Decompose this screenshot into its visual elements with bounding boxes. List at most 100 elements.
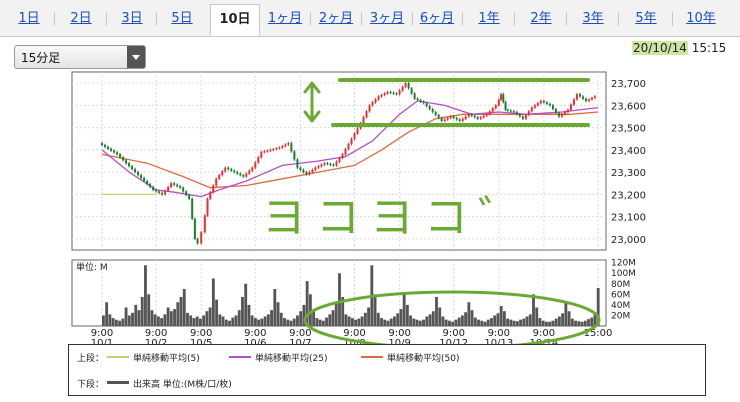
volume-bar [512, 320, 516, 326]
volume-bar [318, 319, 322, 326]
volume-bar [105, 302, 109, 326]
price-candle-body [206, 198, 209, 216]
price-candle-body [188, 195, 191, 199]
price-candle-body [284, 144, 287, 147]
volume-bar [221, 316, 225, 326]
price-candle-body [203, 215, 206, 233]
volume-bar [153, 314, 157, 326]
price-candle-body [209, 192, 212, 199]
volume-bar [396, 313, 400, 326]
price-candle-body [473, 115, 476, 118]
price-candle-body [440, 117, 443, 121]
price-candle-body [422, 101, 425, 104]
price-candle-body [212, 185, 215, 193]
volume-bar [467, 302, 471, 326]
volume-bar [480, 320, 484, 326]
volume-bar [140, 296, 144, 326]
volume-bar [438, 307, 442, 326]
volume-bar [477, 319, 480, 326]
legend-swatch [229, 356, 251, 358]
price-candle-body [539, 100, 542, 104]
volume-bar [147, 294, 151, 326]
volume-bar [192, 318, 196, 326]
price-candle-body [113, 150, 116, 153]
volume-bar [102, 315, 105, 326]
price-candle-body [548, 103, 551, 106]
volume-bar [393, 316, 396, 326]
price-candle-body [449, 116, 452, 118]
volume-bar [244, 283, 248, 326]
price-candle-body [527, 111, 530, 116]
price-candle-body [575, 94, 578, 100]
volume-bar [564, 302, 568, 326]
price-candle-body [182, 187, 185, 192]
volume-bar [551, 320, 555, 326]
price-candle-body [482, 115, 485, 118]
volume-bar [131, 312, 134, 326]
volume-bar [386, 320, 390, 326]
legend-item-label: 単純移動平均(25) [255, 354, 328, 364]
price-candle-body [242, 175, 245, 177]
price-candle-body [302, 169, 305, 173]
price-candle-body [566, 109, 569, 113]
volume-bar [409, 315, 413, 326]
price-candle-body [116, 152, 119, 155]
volume-bar [502, 311, 506, 326]
price-candle-body [413, 93, 416, 99]
volume-bar [344, 314, 348, 326]
volume-tick-label: 120M [611, 259, 636, 269]
volume-bar [444, 319, 448, 326]
volume-bar [286, 319, 290, 326]
volume-bar [321, 320, 325, 326]
price-candle-body [491, 108, 494, 112]
volume-bar [160, 318, 164, 326]
volume-bar [169, 311, 173, 326]
price-candle-body [545, 102, 548, 104]
price-candle-body [278, 147, 281, 149]
price-candle-body [233, 170, 236, 173]
volume-bar [108, 314, 112, 326]
price-candle-body [584, 98, 587, 101]
volume-bar [270, 310, 273, 326]
price-candle-body [392, 92, 395, 94]
price-candle-body [398, 90, 401, 95]
price-candle-body [425, 103, 428, 107]
volume-bar [580, 321, 584, 326]
price-candle-body [257, 157, 260, 163]
volume-bar [363, 312, 367, 326]
price-candle-body [563, 112, 566, 115]
price-candle-body [512, 111, 515, 113]
volume-bar [299, 311, 303, 326]
volume-bar [570, 318, 574, 326]
volume-bar [354, 319, 358, 326]
volume-bar [325, 317, 328, 326]
volume-bar [351, 318, 354, 326]
volume-bar [134, 304, 138, 326]
price-candle-body [266, 150, 269, 152]
price-candle-body [500, 94, 503, 100]
volume-bar [486, 319, 490, 326]
price-candle-body [536, 103, 539, 106]
price-candle-body [215, 178, 218, 186]
price-candle-body [281, 146, 284, 148]
volume-bar [457, 317, 461, 326]
price-candle-body [557, 112, 560, 117]
price-candle-body [290, 143, 293, 152]
price-candle-body [143, 178, 146, 182]
price-candle-body [479, 117, 482, 119]
price-candle-body [593, 96, 596, 98]
volume-bar [373, 294, 377, 326]
volume-bar [208, 307, 212, 326]
volume-bar [460, 315, 464, 326]
price-candle-body [509, 110, 512, 112]
volume-bar [473, 317, 477, 326]
volume-bar [509, 319, 513, 326]
volume-bar [493, 315, 497, 326]
volume-bar [528, 314, 532, 326]
price-candle-body [140, 175, 143, 179]
volume-bar [296, 315, 299, 326]
volume-bar [173, 309, 176, 326]
price-candle-body [389, 92, 392, 94]
volume-bar [234, 315, 238, 326]
price-candle-body [275, 148, 278, 150]
